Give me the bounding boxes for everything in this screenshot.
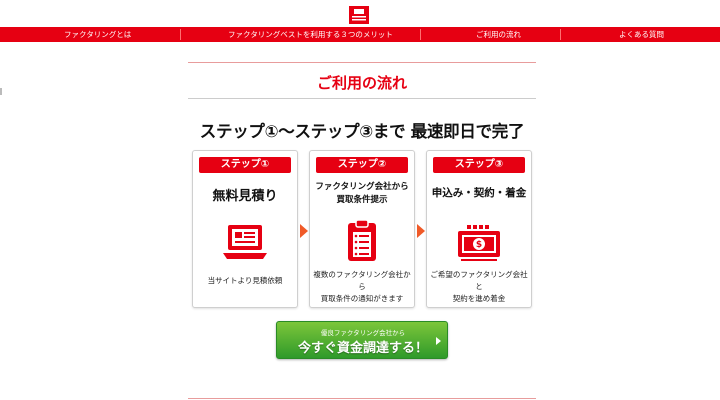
main-nav: ファクタリングとは ファクタリングベストを利用する３つのメリット ご利用の流れ … [0,27,720,42]
cta-label: 今すぐ資金調達する！ [297,341,428,356]
step-description: 複数のファクタリング会社から 買取条件の通知がきます [310,269,414,305]
nav-separator [560,29,561,40]
edge-marker [0,88,2,95]
step-title: ファクタリング会社から 買取条件提示 [310,181,414,207]
step-description: ご希望のファクタリング会社と 契約を進め着金 [427,269,531,305]
nav-item-faq[interactable]: よくある質問 [619,27,664,42]
step-title: 申込み・契約・着金 [431,187,527,199]
step-card-1: ステップ① 無料見積り 当サイトより見積依頼 [192,150,298,308]
money-icon: $ [458,225,500,261]
step-title: 無料見積り [212,189,278,204]
divider-under-title [188,98,536,99]
arrow-right-icon [300,224,308,238]
step-description: 当サイトより見積依頼 [207,276,283,285]
step-description-line-2: 契約を進め着金 [452,294,506,303]
step-label: ステップ③ [433,157,525,173]
arrow-right-icon [417,224,425,238]
step-description-line-1: 複数のファクタリング会社から [313,270,411,291]
section-title: ご利用の流れ [316,74,407,92]
headline: ステップ①～ステップ③まで 最速即日で完了 [199,122,525,141]
laptop-icon [223,225,267,259]
clipboard-icon [348,219,376,261]
cta-subtext: 優良ファクタリング会社から [320,329,406,337]
divider-top [188,62,536,63]
step-card-3: ステップ③ 申込み・契約・着金 $ ご希望のファクタリング会社と 契約を進め着金 [426,150,532,308]
step-label: ステップ① [199,157,291,173]
nav-item-merits[interactable]: ファクタリングベストを利用する３つのメリット [228,27,393,42]
divider-bottom [188,398,536,399]
step-title-line-2: 買取条件提示 [336,195,388,205]
fundraise-now-button[interactable]: 優良ファクタリング会社から 今すぐ資金調達する！ [276,321,448,359]
svg-text:$: $ [476,240,482,250]
step-title-line-1: ファクタリング会社から [315,182,409,192]
site-logo[interactable] [348,6,370,24]
usage-flow-section: ご利用の流れ ステップ①～ステップ③まで 最速即日で完了 ステップ① 無料見積り… [188,62,536,400]
step-label: ステップ② [316,157,408,173]
step-description-line-1: ご希望のファクタリング会社と [430,270,528,291]
step-description-line-2: 買取条件の通知がきます [320,294,404,303]
nav-item-what-is-factoring[interactable]: ファクタリングとは [64,27,131,42]
chevron-right-icon [436,337,441,345]
nav-item-flow[interactable]: ご利用の流れ [476,27,521,42]
nav-separator [180,29,181,40]
step-card-2: ステップ② ファクタリング会社から 買取条件提示 複数のファクタリング会社から … [309,150,415,308]
nav-separator [420,29,421,40]
